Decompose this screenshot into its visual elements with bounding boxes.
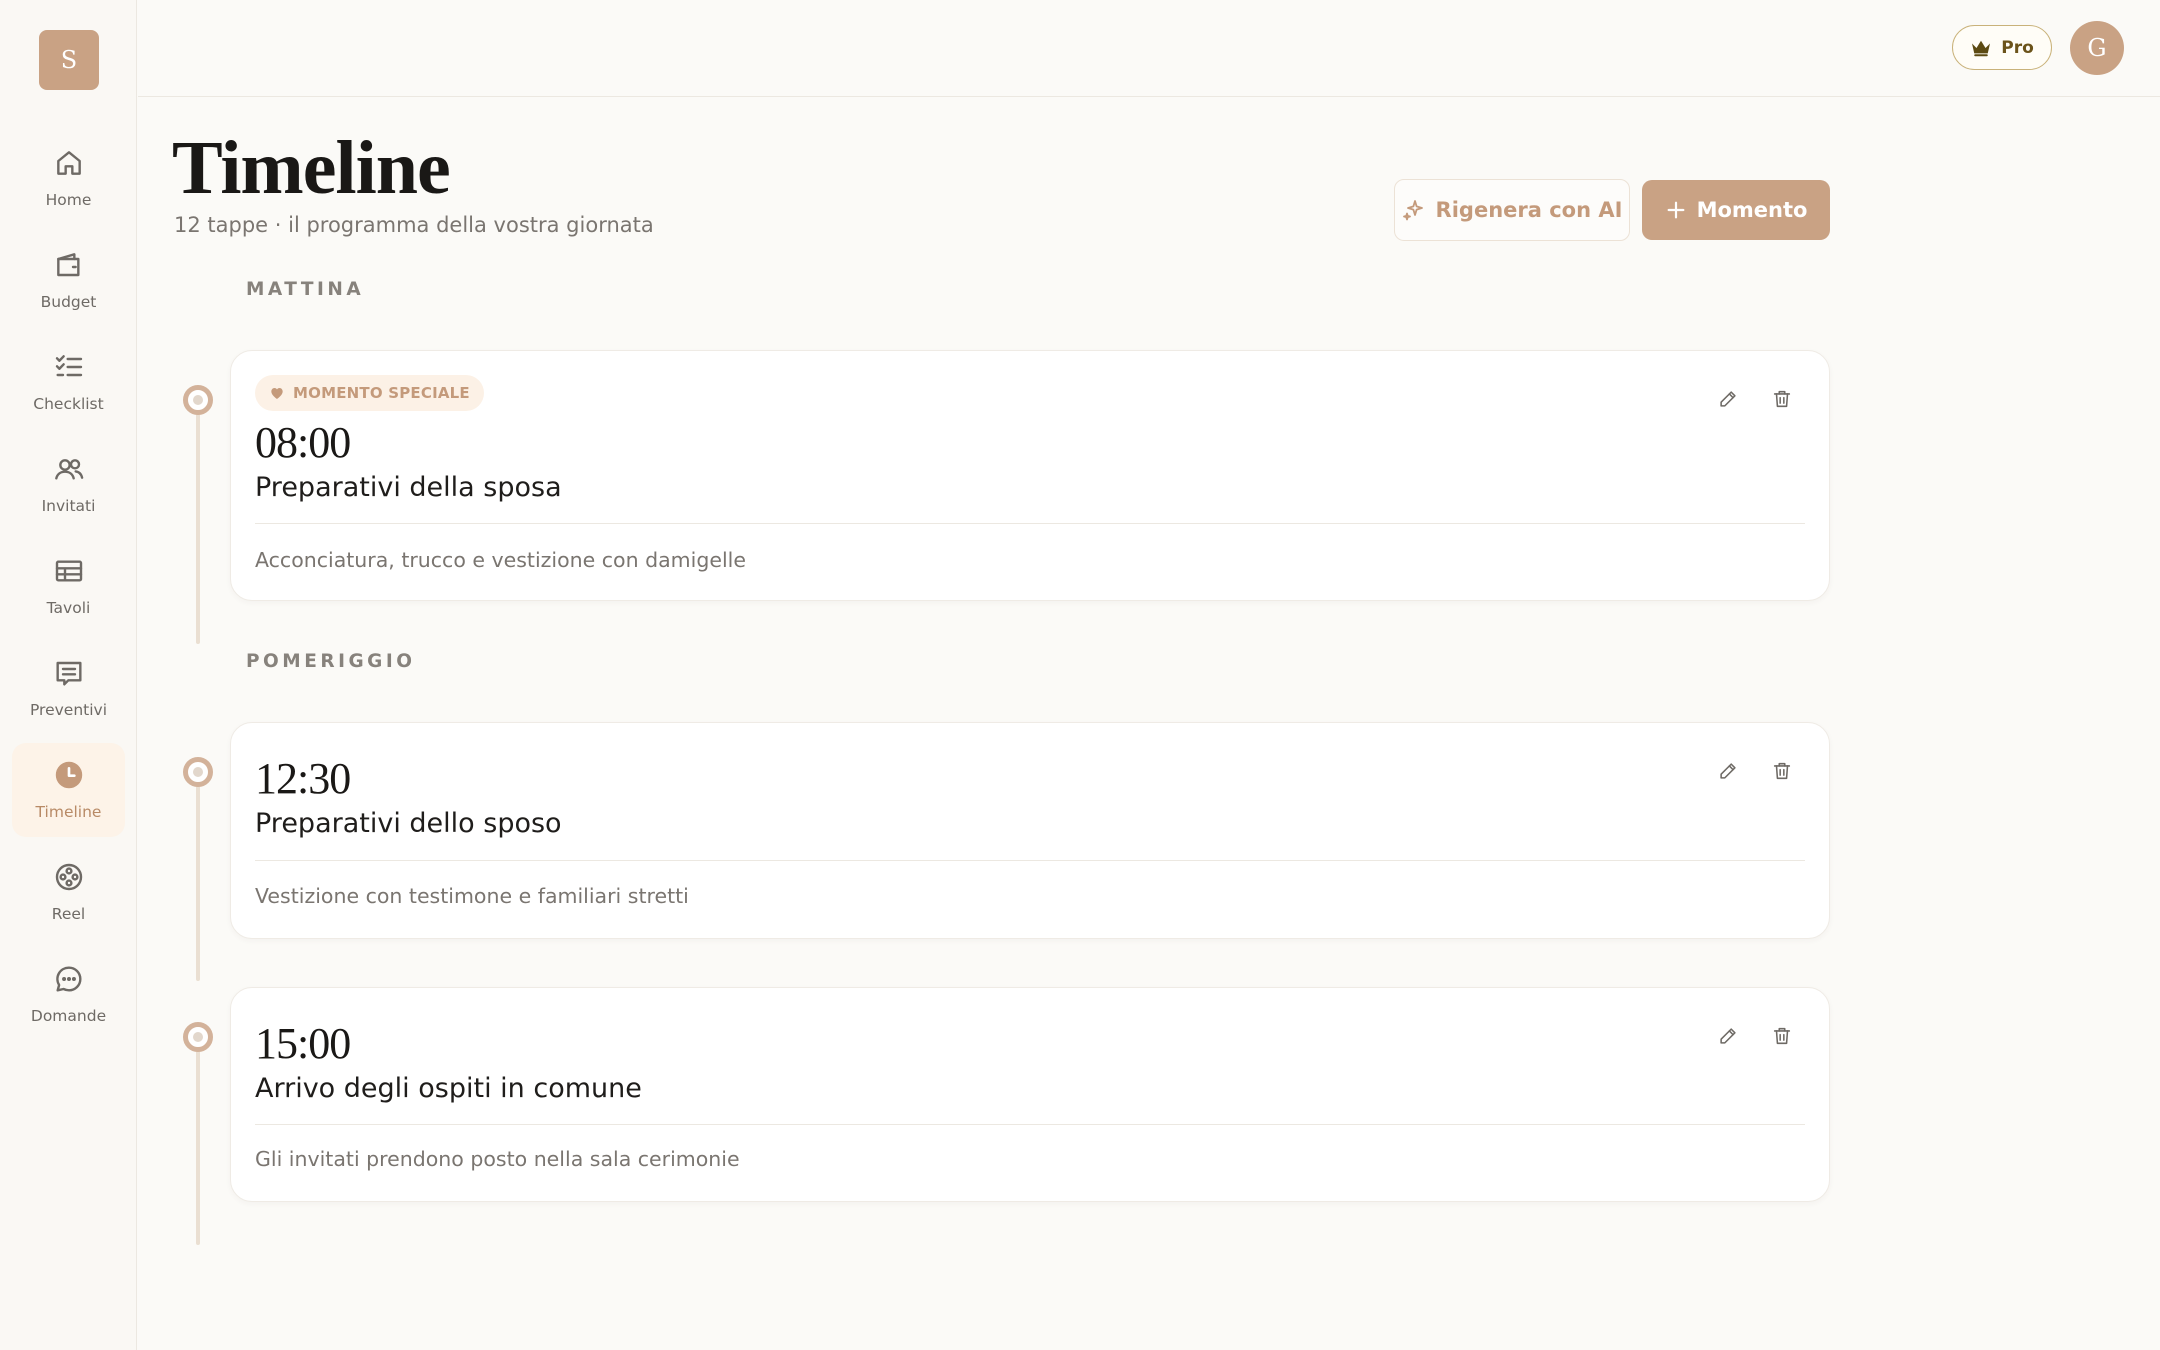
trash-icon bbox=[1773, 762, 1791, 780]
event-time: 08:00 bbox=[255, 418, 351, 467]
clock-icon bbox=[55, 761, 82, 789]
edit-button[interactable] bbox=[1711, 382, 1745, 416]
timeline-event-card[interactable]: MOMENTO SPECIALE 08:00 Preparativi della… bbox=[230, 350, 1830, 601]
sparkle-icon bbox=[1402, 200, 1423, 221]
top-bar bbox=[138, 0, 2160, 97]
timeline-dot bbox=[183, 385, 213, 415]
trash-icon bbox=[1773, 390, 1791, 408]
film-reel-icon bbox=[55, 863, 82, 891]
add-moment-button[interactable]: Momento bbox=[1642, 180, 1830, 240]
event-time: 12:30 bbox=[255, 754, 351, 803]
sidebar-item-invitati[interactable]: Invitati bbox=[12, 437, 125, 531]
pro-label: Pro bbox=[2001, 37, 2034, 58]
delete-button[interactable] bbox=[1765, 1019, 1799, 1053]
home-icon bbox=[56, 151, 81, 175]
add-moment-label: Momento bbox=[1696, 198, 1808, 222]
page-title: Timeline bbox=[172, 126, 451, 210]
sidebar-item-label: Timeline bbox=[35, 803, 102, 821]
event-title: Preparativi dello sposo bbox=[255, 808, 562, 839]
app-logo[interactable]: S bbox=[39, 30, 99, 90]
sidebar-item-label: Home bbox=[45, 191, 92, 209]
special-moment-badge: MOMENTO SPECIALE bbox=[255, 375, 484, 411]
regenerate-ai-button[interactable]: Rigenera con AI bbox=[1394, 179, 1630, 241]
card-divider bbox=[255, 523, 1805, 524]
timeline-event-card[interactable]: 12:30 Preparativi dello sposo Vestizione… bbox=[230, 722, 1830, 939]
sidebar-item-timeline[interactable]: Timeline bbox=[12, 743, 125, 837]
chat-bubble-icon bbox=[55, 966, 81, 992]
timeline-event-card[interactable]: 15:00 Arrivo degli ospiti in comune Gli … bbox=[230, 987, 1830, 1202]
sidebar-item-label: Tavoli bbox=[46, 599, 91, 617]
regenerate-ai-label: Rigenera con AI bbox=[1435, 198, 1623, 222]
timeline-rail bbox=[196, 1035, 200, 1245]
delete-button[interactable] bbox=[1765, 754, 1799, 788]
section-label-mattina: MATTINA bbox=[246, 279, 365, 300]
event-time: 15:00 bbox=[255, 1019, 351, 1068]
checklist-icon bbox=[55, 355, 82, 377]
table-icon bbox=[55, 560, 82, 582]
sidebar-item-tavoli[interactable]: Tavoli bbox=[12, 539, 125, 633]
trash-icon bbox=[1773, 1027, 1791, 1045]
event-title: Arrivo degli ospiti in comune bbox=[255, 1073, 642, 1104]
card-divider bbox=[255, 860, 1805, 861]
pencil-icon bbox=[1720, 763, 1736, 779]
wallet-icon bbox=[56, 253, 80, 277]
timeline-rail bbox=[196, 770, 200, 981]
sidebar-item-checklist[interactable]: Checklist bbox=[12, 335, 125, 429]
special-moment-label: MOMENTO SPECIALE bbox=[293, 384, 470, 402]
crown-icon bbox=[1972, 40, 1991, 56]
sidebar-item-home[interactable]: Home bbox=[12, 131, 125, 225]
edit-button[interactable] bbox=[1711, 754, 1745, 788]
sidebar-item-label: Reel bbox=[51, 905, 86, 923]
timeline-dot bbox=[183, 757, 213, 787]
delete-button[interactable] bbox=[1765, 382, 1799, 416]
section-label-pomeriggio: POMERIGGIO bbox=[246, 651, 416, 672]
sidebar-item-budget[interactable]: Budget bbox=[12, 233, 125, 327]
page-subtitle: 12 tappe · il programma della vostra gio… bbox=[174, 213, 654, 237]
timeline-rail bbox=[196, 400, 200, 644]
timeline-dot bbox=[183, 1022, 213, 1052]
sidebar: S Home Budget Checklist Invitati Tavoli … bbox=[0, 0, 137, 1350]
event-title: Preparativi della sposa bbox=[255, 472, 562, 503]
sidebar-item-label: Preventivi bbox=[29, 701, 108, 719]
sidebar-item-domande[interactable]: Domande bbox=[12, 947, 125, 1041]
sidebar-item-label: Invitati bbox=[41, 497, 96, 515]
receipt-icon bbox=[55, 661, 82, 686]
sidebar-item-label: Domande bbox=[30, 1007, 107, 1025]
event-description: Vestizione con testimone e familiari str… bbox=[255, 884, 689, 908]
heart-icon bbox=[271, 388, 283, 399]
users-icon bbox=[54, 459, 83, 480]
event-description: Acconciatura, trucco e vestizione con da… bbox=[255, 548, 746, 572]
avatar[interactable]: G bbox=[2070, 21, 2124, 75]
edit-button[interactable] bbox=[1711, 1019, 1745, 1053]
pro-badge[interactable]: Pro bbox=[1952, 25, 2052, 70]
sidebar-item-label: Budget bbox=[40, 293, 97, 311]
plus-icon bbox=[1667, 201, 1684, 219]
sidebar-item-label: Checklist bbox=[33, 395, 104, 413]
card-divider bbox=[255, 1124, 1805, 1125]
event-description: Gli invitati prendono posto nella sala c… bbox=[255, 1147, 740, 1171]
pencil-icon bbox=[1720, 1028, 1736, 1044]
pencil-icon bbox=[1720, 391, 1736, 407]
sidebar-item-reel[interactable]: Reel bbox=[12, 845, 125, 939]
sidebar-item-preventivi[interactable]: Preventivi bbox=[12, 641, 125, 735]
